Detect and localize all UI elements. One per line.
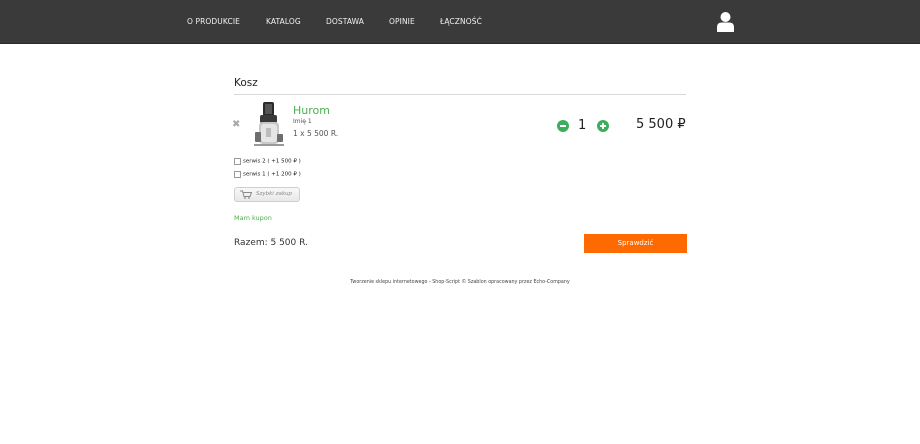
- nav-o-produkcie[interactable]: O PRODUKCIE: [187, 17, 240, 26]
- decrease-quantity-button[interactable]: [557, 120, 569, 132]
- nav-lacznosc[interactable]: ŁĄCZNOŚĆ: [440, 17, 482, 26]
- remove-item-icon[interactable]: ✖: [232, 119, 242, 131]
- product-unit-price: 1 x 5 500 R.: [293, 129, 339, 138]
- cart-title: Kosz: [234, 77, 258, 89]
- checkout-button[interactable]: Sprawdzić: [584, 234, 687, 253]
- quantity-value: 1: [578, 118, 587, 133]
- footer-credits: Tworzenie sklepu internetowego - Shop-Sc…: [350, 280, 570, 285]
- quick-buy-label: Szybki zakup: [256, 191, 293, 197]
- coupon-link[interactable]: Mam kupon: [234, 214, 272, 222]
- title-divider: [234, 94, 686, 95]
- nav-dostawa[interactable]: DOSTAWA: [326, 17, 364, 26]
- product-variant: Imię 1: [293, 118, 312, 125]
- service-option-1[interactable]: serwis 1 ( +1 200 ₽ ): [234, 164, 301, 178]
- increase-quantity-button[interactable]: [597, 120, 609, 132]
- service-1-checkbox[interactable]: [234, 171, 241, 178]
- cart-icon: [240, 190, 252, 199]
- nav-opinie[interactable]: OPINIE: [389, 17, 415, 26]
- service-option-2[interactable]: serwis 2 ( +1 500 ₽ ): [234, 151, 301, 165]
- user-icon[interactable]: [716, 11, 735, 32]
- item-total-price: 5 500 ₽: [636, 117, 686, 132]
- product-name-link[interactable]: Hurom: [293, 104, 330, 117]
- quick-buy-button[interactable]: Szybki zakup: [234, 187, 300, 202]
- service-1-label: serwis 1 ( +1 200 ₽ ): [243, 171, 301, 178]
- nav-katalog[interactable]: KATALOG: [266, 17, 301, 26]
- product-image[interactable]: [248, 100, 290, 148]
- cart-total: Razem: 5 500 R.: [234, 238, 308, 248]
- top-navbar: O PRODUKCIE KATALOG DOSTAWA OPINIE ŁĄCZN…: [0, 0, 920, 44]
